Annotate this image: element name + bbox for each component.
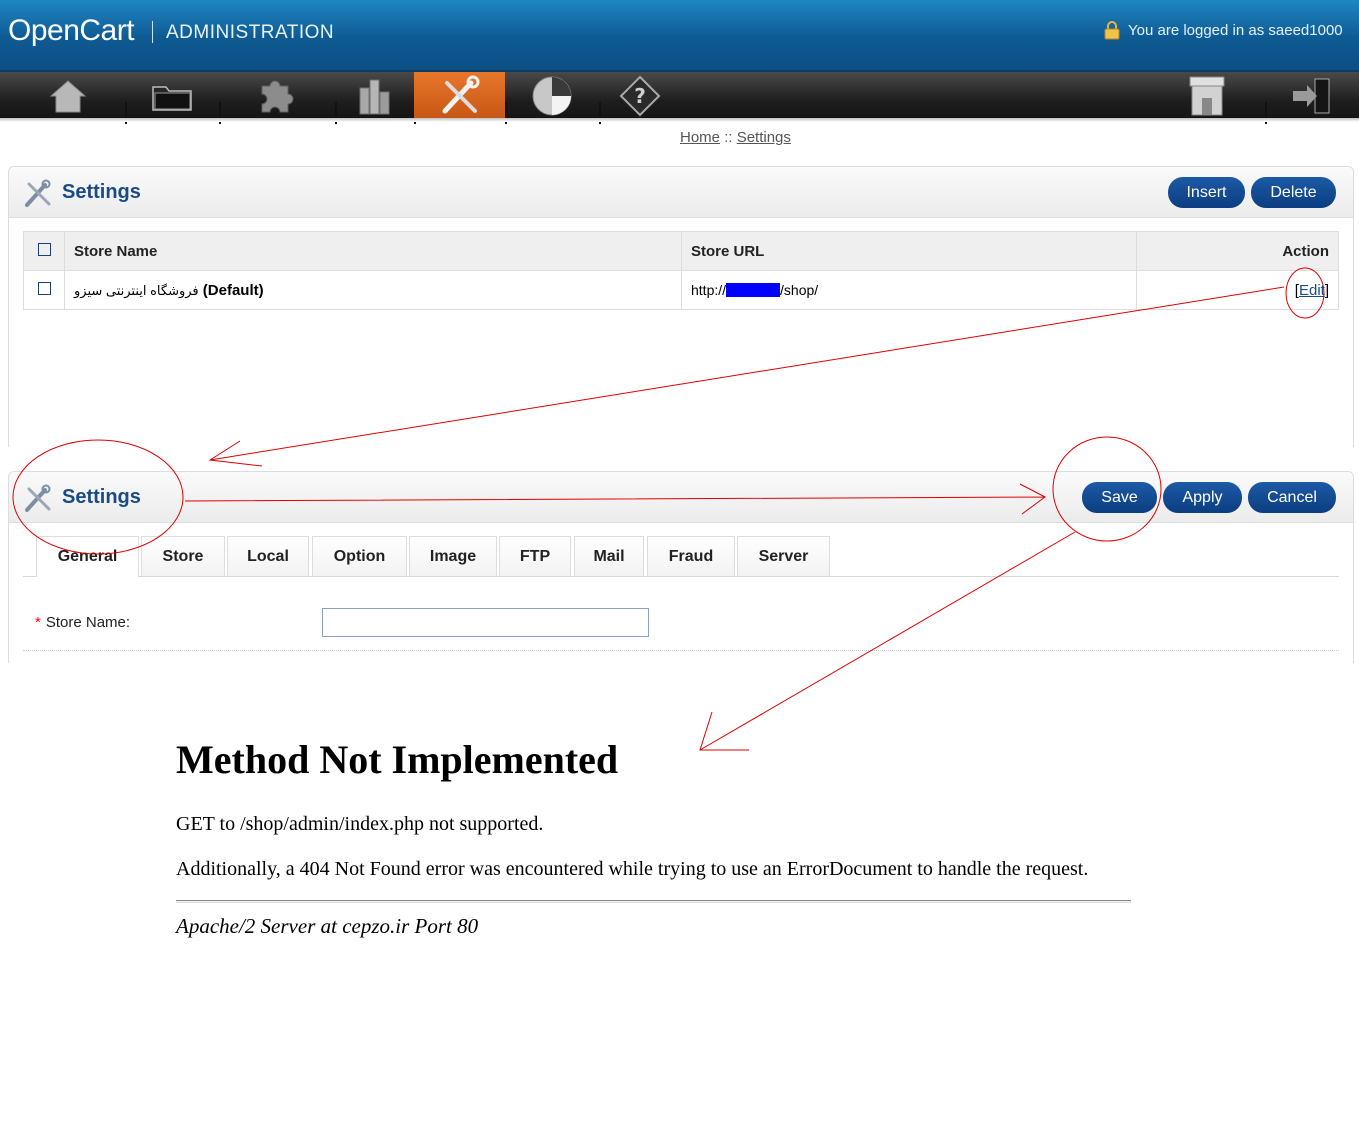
tools-icon [442,75,479,114]
menu-logout[interactable] [1284,72,1338,120]
breadcrumb-home[interactable]: Home [680,129,720,146]
coins-icon [359,79,390,115]
pie-chart-icon [532,76,572,116]
breadcrumb-separator: :: [724,129,733,146]
delete-button[interactable]: Delete [1251,177,1336,208]
tab-mail[interactable]: Mail [574,536,644,576]
logo[interactable]: OpenCart [8,14,135,48]
settings-tabs: General Store Local Option Image FTP Mai… [23,536,1339,577]
tab-local[interactable]: Local [227,536,309,576]
redacted-domain [726,283,781,298]
panel-title: Settings [62,181,141,203]
settings-icon [25,179,51,207]
error-message: GET to /shop/admin/index.php not support… [176,813,544,835]
settings-form-panel: Settings Save Apply Cancel General Store… [8,471,1354,663]
cancel-button[interactable]: Cancel [1248,482,1336,513]
settings-icon [25,484,51,512]
menu-help[interactable]: ? [614,72,666,120]
store-url-cell: http:// /shop/ [681,270,1137,310]
column-store-url[interactable]: Store URL [681,231,1137,271]
store-name-cell: فروشگاه اینترنتی سیزو (Default) [64,270,682,310]
default-label: (Default) [202,281,264,299]
form-divider [23,650,1339,651]
puzzle-icon [261,80,294,113]
store-name-label-text: Store Name: [45,614,131,631]
menu-home[interactable] [40,72,96,120]
tab-image[interactable]: Image [409,536,497,576]
select-all-cell [23,231,65,271]
store-icon [1189,76,1225,116]
insert-button[interactable]: Insert [1168,177,1245,208]
breadcrumb-settings[interactable]: Settings [737,129,791,146]
folder-icon [152,86,192,111]
error-detail: Additionally, a 404 Not Found error was … [176,858,1089,880]
menu-catalog[interactable] [145,72,199,120]
panel-header: Settings Save Apply Cancel [9,472,1353,523]
action-cell: [Edit] [1136,270,1339,310]
url-prefix: http:// [691,282,727,298]
logo-subtitle: ADMINISTRATION [166,22,335,43]
store-name-input[interactable] [322,608,649,637]
menu-system[interactable] [414,72,505,120]
column-action: Action [1136,231,1339,271]
tab-option[interactable]: Option [312,536,407,576]
home-icon [49,80,87,113]
help-icon: ? [619,75,661,117]
app-header: OpenCart ADMINISTRATION You are logged i… [0,0,1359,70]
menu-sales[interactable] [347,72,401,120]
logo-divider [152,21,153,43]
row-select-cell [23,270,65,310]
menu-shadow [0,118,1359,122]
row-checkbox[interactable] [37,281,51,295]
table-header-row: Store Name Store URL Action [23,231,1339,271]
menu-store-front[interactable] [1180,72,1234,120]
menu-reports[interactable] [524,72,580,120]
logout-icon [1293,78,1330,114]
edit-link[interactable]: Edit [1299,282,1325,299]
error-title: Method Not Implemented [176,737,619,782]
panel-header: Settings Insert Delete [9,167,1353,218]
lock-icon [1104,21,1120,40]
tab-fraud[interactable]: Fraud [647,536,735,576]
svg-text:?: ? [634,84,646,108]
error-divider [176,900,1131,903]
main-menu: ? [0,70,1359,124]
url-suffix: /shop/ [780,282,819,298]
select-all-checkbox[interactable] [37,242,51,256]
tab-server[interactable]: Server [737,536,830,576]
panel-title: Settings [62,486,141,508]
required-marker: * [35,614,41,631]
tab-ftp[interactable]: FTP [499,536,571,576]
column-store-name[interactable]: Store Name [64,231,682,271]
save-button[interactable]: Save [1082,482,1157,513]
login-status: You are logged in as saeed1000 [1128,22,1343,39]
action-bracket-close: ] [1324,281,1329,299]
store-name-label: * Store Name: [35,614,130,631]
settings-list-panel: Settings Insert Delete Store Name Store … [8,166,1354,447]
tab-store[interactable]: Store [141,536,225,576]
table-row: فروشگاه اینترنتی سیزو (Default) http:// /… [23,270,1339,310]
store-table: Store Name Store URL Action فروشگاه اینت… [23,231,1339,310]
apply-button[interactable]: Apply [1163,482,1242,513]
menu-extensions[interactable] [248,72,304,120]
breadcrumb: Home :: Settings [680,129,791,146]
tab-general[interactable]: General [36,536,139,577]
store-name-text: فروشگاه اینترنتی سیزو [74,282,199,298]
server-signature: Apache/2 Server at cepzo.ir Port 80 [176,914,479,938]
